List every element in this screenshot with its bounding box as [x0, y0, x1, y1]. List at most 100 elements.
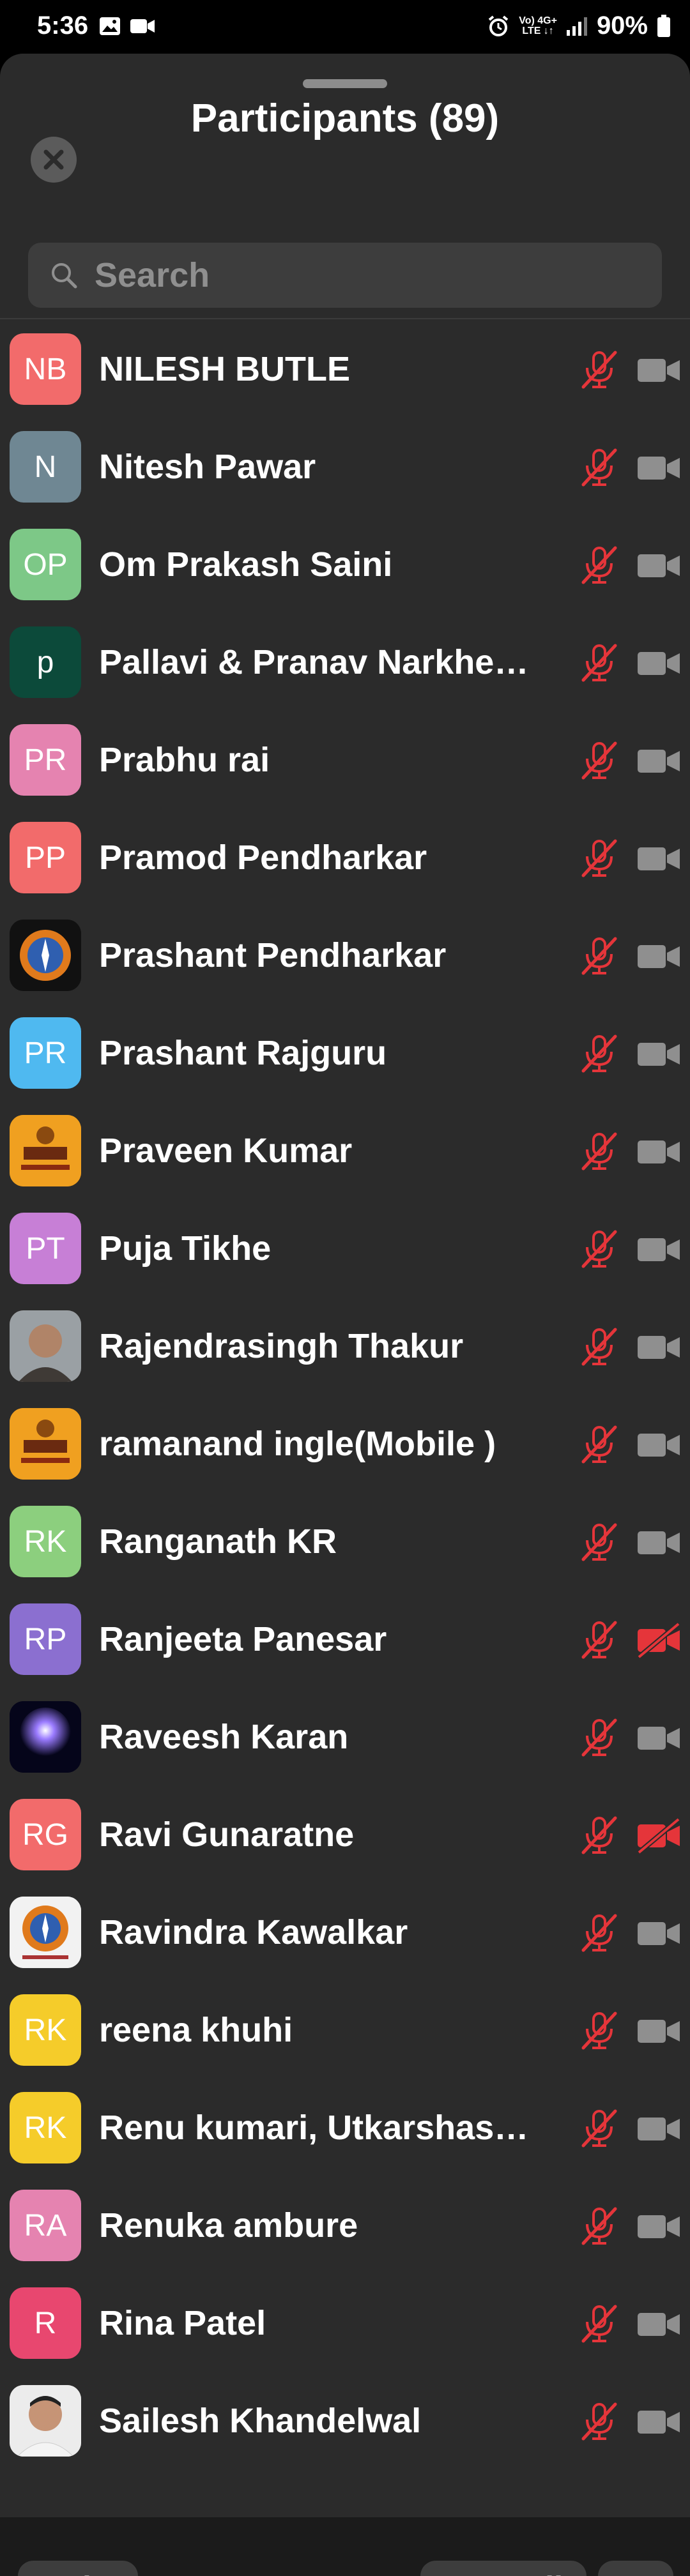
participant-row[interactable]: Ravindra Kawalkar [0, 1884, 690, 1981]
participant-row[interactable]: p Pallavi & Pranav Narkhede [0, 614, 690, 711]
participant-name: Ravindra Kawalkar [99, 1913, 408, 1951]
mic-muted-icon[interactable] [578, 642, 620, 684]
mic-muted-icon[interactable] [578, 1619, 620, 1661]
video-camera-icon[interactable] [636, 2209, 681, 2245]
video-camera-icon[interactable] [636, 1427, 681, 1463]
video-camera-icon[interactable] [636, 646, 681, 681]
mic-muted-icon[interactable] [578, 739, 620, 782]
status-bar: 5:36 Vo) 4G+ LTE ↓↑ 90% [0, 0, 690, 54]
avatar: PR [10, 724, 81, 796]
participant-row[interactable]: Raveesh Karan [0, 1688, 690, 1786]
video-camera-icon[interactable] [636, 841, 681, 877]
video-camera-icon[interactable] [636, 1916, 681, 1951]
mic-muted-icon[interactable] [578, 1033, 620, 1075]
mic-muted-icon[interactable] [578, 935, 620, 977]
emblem-avatar-image [10, 1897, 81, 1968]
participant-list: NB NILESH BUTLE N Nitesh Pawar OP Om Prakas… [0, 321, 690, 2470]
participant-row[interactable]: RK Ranganath KR [0, 1493, 690, 1591]
mic-muted-icon[interactable] [578, 1521, 620, 1563]
logo-avatar-image [10, 1115, 81, 1186]
participant-name: reena khuhi [99, 2011, 293, 2049]
mic-muted-icon[interactable] [578, 2205, 620, 2247]
signal-icon [566, 17, 587, 36]
participant-row[interactable]: ramanand ingle(Mobile ) [0, 1395, 690, 1493]
participant-name: Ravi Gunaratne [99, 1815, 355, 1854]
participant-row[interactable]: Rajendrasingh Thakur [0, 1298, 690, 1395]
video-camera-icon[interactable] [636, 548, 681, 584]
video-camera-icon[interactable] [636, 352, 681, 388]
avatar: RP [10, 1603, 81, 1675]
video-off-icon[interactable] [636, 1623, 681, 1658]
mic-muted-icon[interactable] [578, 2010, 620, 2052]
video-camera-icon[interactable] [636, 2111, 681, 2147]
avatar: RK [10, 2092, 81, 2163]
video-camera-icon[interactable] [636, 1330, 681, 1365]
mute-all-button[interactable]: Mute all [420, 2561, 586, 2576]
participant-row[interactable]: RA Renuka ambure [0, 2177, 690, 2275]
emblem-avatar-image [10, 920, 81, 991]
drag-handle[interactable] [303, 79, 387, 88]
video-camera-icon[interactable] [636, 450, 681, 486]
status-time: 5:36 [37, 11, 89, 40]
mic-muted-icon[interactable] [578, 1814, 620, 1856]
participant-name: Ranjeeta Panesar [99, 1620, 387, 1658]
participant-row[interactable]: RK reena khuhi [0, 1981, 690, 2079]
close-icon [43, 149, 64, 170]
mic-muted-icon[interactable] [578, 1912, 620, 1954]
mic-muted-icon[interactable] [578, 1716, 620, 1759]
video-camera-icon[interactable] [636, 2404, 681, 2440]
mic-muted-icon[interactable] [578, 1423, 620, 1466]
participant-row[interactable]: RK Renu kumari, Utkarshashrestha [0, 2079, 690, 2177]
mic-muted-icon[interactable] [578, 837, 620, 879]
mic-muted-icon[interactable] [578, 544, 620, 586]
participant-name: Prashant Rajguru [99, 1034, 387, 1072]
video-camera-icon[interactable] [636, 743, 681, 779]
mic-muted-icon[interactable] [578, 349, 620, 391]
participant-name: Praveen Kumar [99, 1132, 353, 1170]
video-camera-icon[interactable] [636, 2307, 681, 2342]
participant-row[interactable]: N Nitesh Pawar [0, 418, 690, 516]
video-camera-icon[interactable] [636, 1134, 681, 1170]
participant-name: Pallavi & Pranav Narkhede [99, 643, 533, 681]
mic-muted-icon[interactable] [578, 1326, 620, 1368]
video-off-icon[interactable] [636, 1818, 681, 1854]
more-options-button[interactable]: ··· [598, 2561, 673, 2576]
participant-row[interactable]: Praveen Kumar [0, 1102, 690, 1200]
video-camera-icon[interactable] [636, 1525, 681, 1561]
video-camera-icon[interactable] [636, 939, 681, 974]
participant-row[interactable]: Prashant Pendharkar [0, 907, 690, 1004]
mic-muted-icon[interactable] [578, 446, 620, 489]
participant-row[interactable]: OP Om Prakash Saini [0, 516, 690, 614]
mic-muted-icon[interactable] [578, 2303, 620, 2345]
mic-muted-icon[interactable] [578, 1228, 620, 1270]
search-bar[interactable] [28, 243, 662, 308]
avatar: NB [10, 333, 81, 405]
participant-name: Prabhu rai [99, 741, 270, 779]
participant-row[interactable]: R Rina Patel [0, 2275, 690, 2372]
search-icon [52, 263, 77, 289]
status-left-icons [99, 17, 155, 36]
video-camera-icon[interactable] [636, 2013, 681, 2049]
participant-row[interactable]: PT Puja Tikhe [0, 1200, 690, 1298]
avatar [10, 1897, 81, 1968]
participant-row[interactable]: NB NILESH BUTLE [0, 321, 690, 418]
participant-row[interactable]: RG Ravi Gunaratne [0, 1786, 690, 1884]
participant-row[interactable]: PP Pramod Pendharkar [0, 809, 690, 907]
mic-muted-icon[interactable] [578, 2400, 620, 2443]
avatar: RG [10, 1799, 81, 1870]
mic-muted-icon[interactable] [578, 1130, 620, 1172]
participant-row[interactable]: PR Prabhu rai [0, 711, 690, 809]
search-input[interactable] [93, 255, 658, 296]
participant-row[interactable]: RP Ranjeeta Panesar [0, 1591, 690, 1688]
avatar: R [10, 2287, 81, 2359]
invite-button[interactable]: Invite [18, 2561, 138, 2576]
video-camera-icon[interactable] [636, 1036, 681, 1072]
participant-row[interactable]: Sailesh Khandelwal [0, 2372, 690, 2470]
avatar: RK [10, 1994, 81, 2066]
close-button[interactable] [31, 137, 77, 183]
mic-muted-icon[interactable] [578, 2107, 620, 2149]
participant-row[interactable]: PR Prashant Rajguru [0, 1004, 690, 1102]
video-camera-icon[interactable] [636, 1720, 681, 1756]
bottom-bar: Invite Mute all ··· [0, 2517, 690, 2576]
video-camera-icon[interactable] [636, 1232, 681, 1268]
